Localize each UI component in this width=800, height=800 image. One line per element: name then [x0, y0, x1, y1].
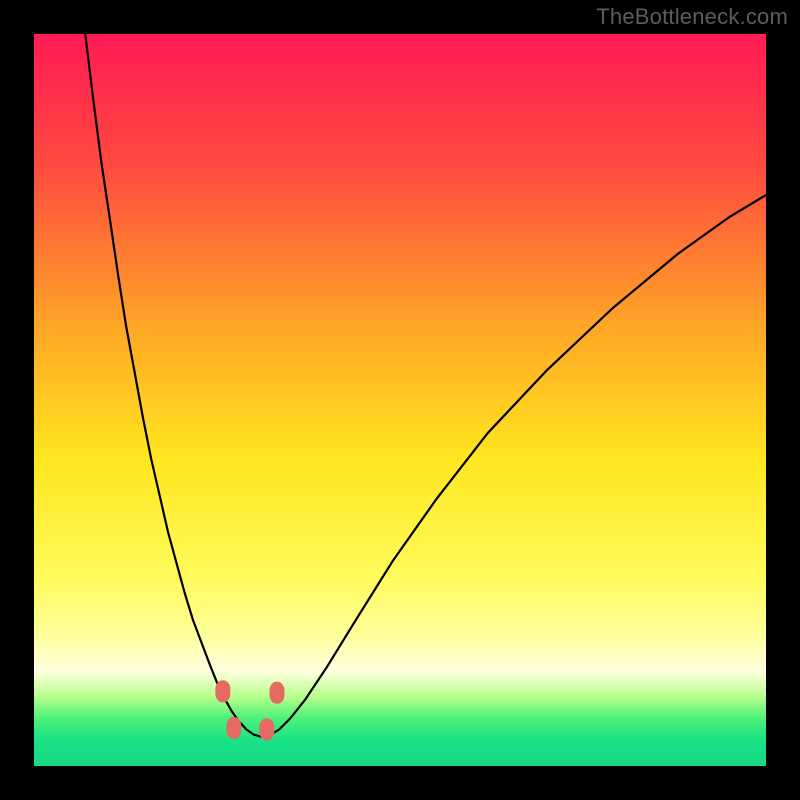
bottleneck-plot — [0, 0, 800, 800]
chart-frame: TheBottleneck.com — [0, 0, 800, 800]
curve-marker — [215, 680, 230, 702]
curve-marker — [259, 718, 274, 740]
curve-marker — [270, 682, 285, 704]
curve-marker — [226, 717, 241, 739]
plot-background — [34, 34, 766, 766]
watermark-text: TheBottleneck.com — [596, 4, 788, 30]
